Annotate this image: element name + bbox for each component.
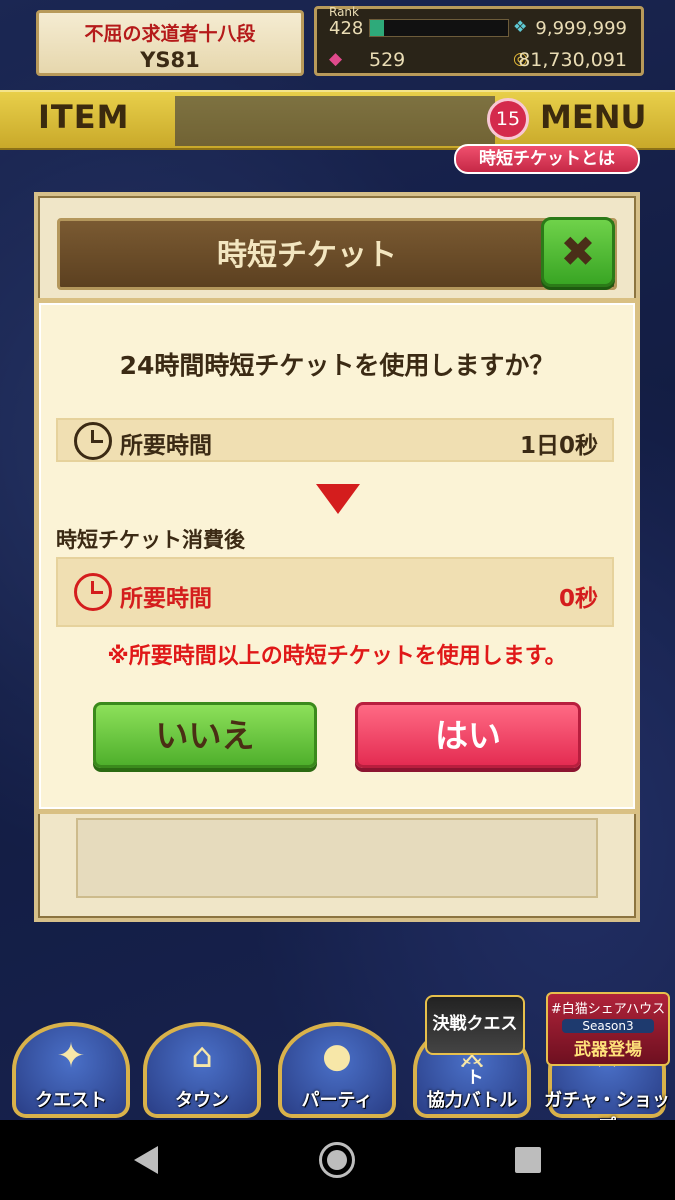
exp-bar-fill bbox=[370, 20, 384, 36]
event-ticker bbox=[175, 96, 495, 146]
quest-icon: ✦ bbox=[56, 1036, 86, 1076]
party-icon: ● bbox=[322, 1036, 352, 1076]
exp-bar bbox=[369, 19, 509, 37]
after-time-row: 所要時間 0秒 bbox=[56, 557, 614, 627]
required-time-row: 所要時間 1日0秒 bbox=[56, 418, 614, 462]
after-time-label: 所要時間 bbox=[120, 586, 212, 612]
weapon-release-label: 武器登場 bbox=[574, 1040, 642, 1060]
down-arrow-icon bbox=[316, 484, 360, 514]
coin-value: 81,730,091 bbox=[518, 49, 627, 71]
close-button[interactable]: ✖ bbox=[541, 217, 615, 287]
menu-button[interactable]: MENU bbox=[540, 98, 646, 136]
stamina-icon: ❖ bbox=[513, 17, 528, 36]
gem-icon: ◆ bbox=[329, 49, 343, 69]
confirm-question: 24時間時短チケットを使用しますか？ bbox=[119, 351, 555, 380]
event-quest-banner[interactable]: 決戦クエスト bbox=[425, 995, 525, 1088]
after-time-value: 0秒 bbox=[558, 586, 598, 612]
stamina-value: 9,999,999 bbox=[535, 18, 627, 39]
item-button[interactable]: ITEM bbox=[38, 98, 129, 136]
rank-title: 不屈の求道者十八段 bbox=[84, 23, 256, 45]
menu-notification-badge: 15 bbox=[487, 98, 529, 140]
rank-value: 428 bbox=[329, 18, 364, 39]
player-name: YS81 bbox=[140, 48, 200, 72]
season-label: Season3 bbox=[562, 1019, 654, 1033]
close-x-icon: ✖ bbox=[560, 227, 596, 276]
nav-label-quest: クエスト bbox=[35, 1090, 107, 1111]
required-time-value: 1日0秒 bbox=[519, 433, 598, 459]
rank-label: Rank bbox=[329, 5, 359, 19]
nav-label-party: パーティ bbox=[301, 1090, 373, 1111]
share-house-banner[interactable]: #白猫シェアハウス Season3 武器登場 bbox=[546, 992, 670, 1066]
required-time-label: 所要時間 bbox=[120, 433, 212, 459]
resource-panel: Rank 428 ❖ 9,999,999 ◆ 529 ◎ 81,730,091 bbox=[314, 5, 644, 76]
nav-label-town: タウン bbox=[175, 1090, 229, 1111]
after-consumption-label: 時短チケット消費後 bbox=[56, 528, 245, 552]
player-status-panel[interactable]: 不屈の求道者十八段 YS81 bbox=[36, 10, 304, 76]
warning-text: ※所要時間以上の時短チケットを使用します。 bbox=[107, 644, 567, 669]
clock-icon bbox=[74, 573, 112, 611]
yes-button[interactable]: はい bbox=[355, 702, 581, 768]
home-icon[interactable] bbox=[319, 1142, 355, 1178]
recent-apps-icon[interactable] bbox=[515, 1147, 541, 1173]
no-button[interactable]: いいえ bbox=[93, 702, 317, 768]
share-house-tag: #白猫シェアハウス bbox=[550, 1002, 666, 1017]
dialog-title: 時短チケット bbox=[217, 238, 397, 273]
time-ticket-info-button[interactable]: 時短チケットとは bbox=[454, 144, 640, 174]
gem-value: 529 bbox=[369, 49, 406, 71]
town-icon: ⌂ bbox=[191, 1036, 213, 1076]
clock-icon bbox=[74, 422, 112, 460]
ticket-panel-content bbox=[76, 818, 598, 898]
back-icon[interactable] bbox=[134, 1146, 158, 1174]
